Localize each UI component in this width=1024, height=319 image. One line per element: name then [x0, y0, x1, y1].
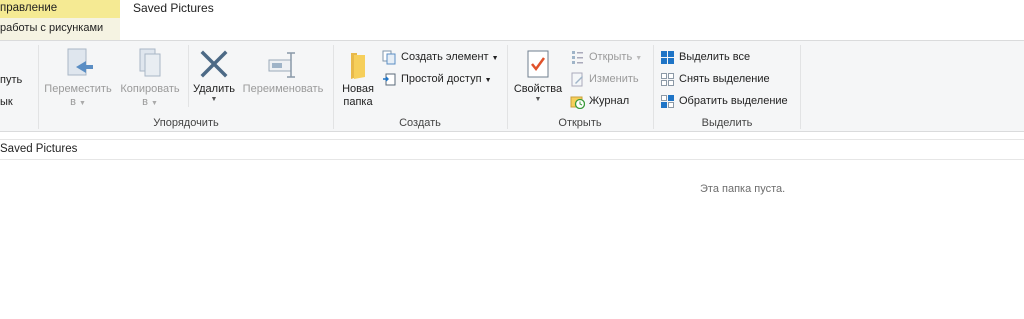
- chevron-down-icon: ▼: [210, 96, 218, 103]
- paste-shortcut-label: ык: [0, 96, 13, 108]
- edit-button[interactable]: Изменить: [570, 70, 650, 88]
- new-folder-label-1: Новая: [342, 83, 374, 95]
- copy-to-button[interactable]: Копировать в ▼: [115, 47, 185, 109]
- delete-button[interactable]: Удалить ▼: [190, 47, 238, 104]
- window-title: Saved Pictures: [133, 1, 214, 15]
- new-folder-button[interactable]: Новая папка: [338, 49, 378, 109]
- invert-selection-icon: [661, 95, 674, 108]
- move-to-sublabel: в ▼: [70, 96, 86, 108]
- empty-folder-message: Эта папка пуста.: [700, 183, 786, 195]
- select-all-label: Выделить все: [679, 51, 751, 63]
- invert-selection-button[interactable]: Обратить выделение: [660, 92, 795, 110]
- group-separator: [800, 45, 801, 129]
- select-none-icon: [661, 73, 674, 86]
- select-none-label: Снять выделение: [679, 73, 770, 85]
- group-inner-separator: [188, 45, 189, 107]
- copy-to-sublabel: в ▼: [142, 96, 158, 108]
- rename-icon: [268, 52, 295, 78]
- move-to-button[interactable]: Переместить в ▼: [42, 47, 114, 109]
- context-tab-sub-label: работы с рисунками: [0, 22, 104, 34]
- delete-label: Удалить: [193, 83, 235, 95]
- history-button[interactable]: Журнал: [570, 92, 650, 110]
- context-tab-manage[interactable]: правление работы с рисунками: [0, 0, 120, 40]
- select-none-button[interactable]: Снять выделение: [660, 70, 795, 88]
- group-label-create: Создать: [399, 117, 441, 129]
- context-tab-header[interactable]: правление: [0, 0, 120, 18]
- open-button[interactable]: Открыть ▼: [570, 48, 650, 66]
- edit-label: Изменить: [589, 73, 639, 85]
- rename-button[interactable]: Переименовать: [240, 47, 326, 96]
- ribbon-tab-row: правление работы с рисунками Saved Pictu…: [0, 0, 1024, 40]
- history-icon: [570, 96, 585, 109]
- open-icon: [572, 51, 583, 64]
- new-folder-label-2: папка: [343, 96, 373, 108]
- select-all-icon: [661, 51, 674, 64]
- group-label-open: Открыть: [558, 117, 602, 129]
- group-separator: [38, 45, 39, 129]
- move-to-icon: [67, 48, 93, 76]
- copy-path-label: путь: [0, 74, 23, 86]
- context-tab-label: правление: [0, 2, 58, 14]
- chevron-down-icon: ▼: [534, 96, 542, 103]
- file-list-area[interactable]: Эта папка пуста.: [0, 161, 1024, 319]
- group-label-organize: Упорядочить: [153, 117, 219, 129]
- new-item-label: Создать элемент ▼: [401, 51, 499, 63]
- address-bar[interactable]: Saved Pictures: [0, 139, 1024, 160]
- easy-access-button[interactable]: Простой доступ ▼: [382, 70, 502, 88]
- new-item-button[interactable]: Создать элемент ▼: [382, 48, 502, 66]
- folder-icon: [351, 53, 365, 79]
- copy-to-label: Копировать: [120, 83, 180, 95]
- properties-label: Свойства: [513, 83, 563, 95]
- address-path[interactable]: Saved Pictures: [0, 143, 77, 155]
- copy-to-icon: [139, 48, 161, 77]
- properties-icon: [527, 50, 549, 78]
- easy-access-icon: [383, 73, 396, 86]
- ribbon: путь ык Переместить в ▼ Копировать в ▼ У…: [0, 40, 1024, 132]
- rename-label: Переименовать: [242, 83, 324, 95]
- properties-button[interactable]: Свойства ▼: [512, 49, 564, 104]
- context-tab-subheader: работы с рисунками: [0, 18, 120, 40]
- new-item-icon: [382, 50, 396, 65]
- close-icon: [200, 50, 228, 78]
- open-label: Открыть ▼: [589, 51, 643, 63]
- select-all-button[interactable]: Выделить все: [660, 48, 795, 66]
- group-label-select: Выделить: [701, 117, 753, 129]
- edit-icon: [571, 72, 583, 87]
- easy-access-label: Простой доступ ▼: [401, 73, 492, 85]
- history-label: Журнал: [589, 95, 630, 107]
- invert-selection-label: Обратить выделение: [679, 95, 788, 107]
- move-to-label: Переместить: [44, 83, 112, 95]
